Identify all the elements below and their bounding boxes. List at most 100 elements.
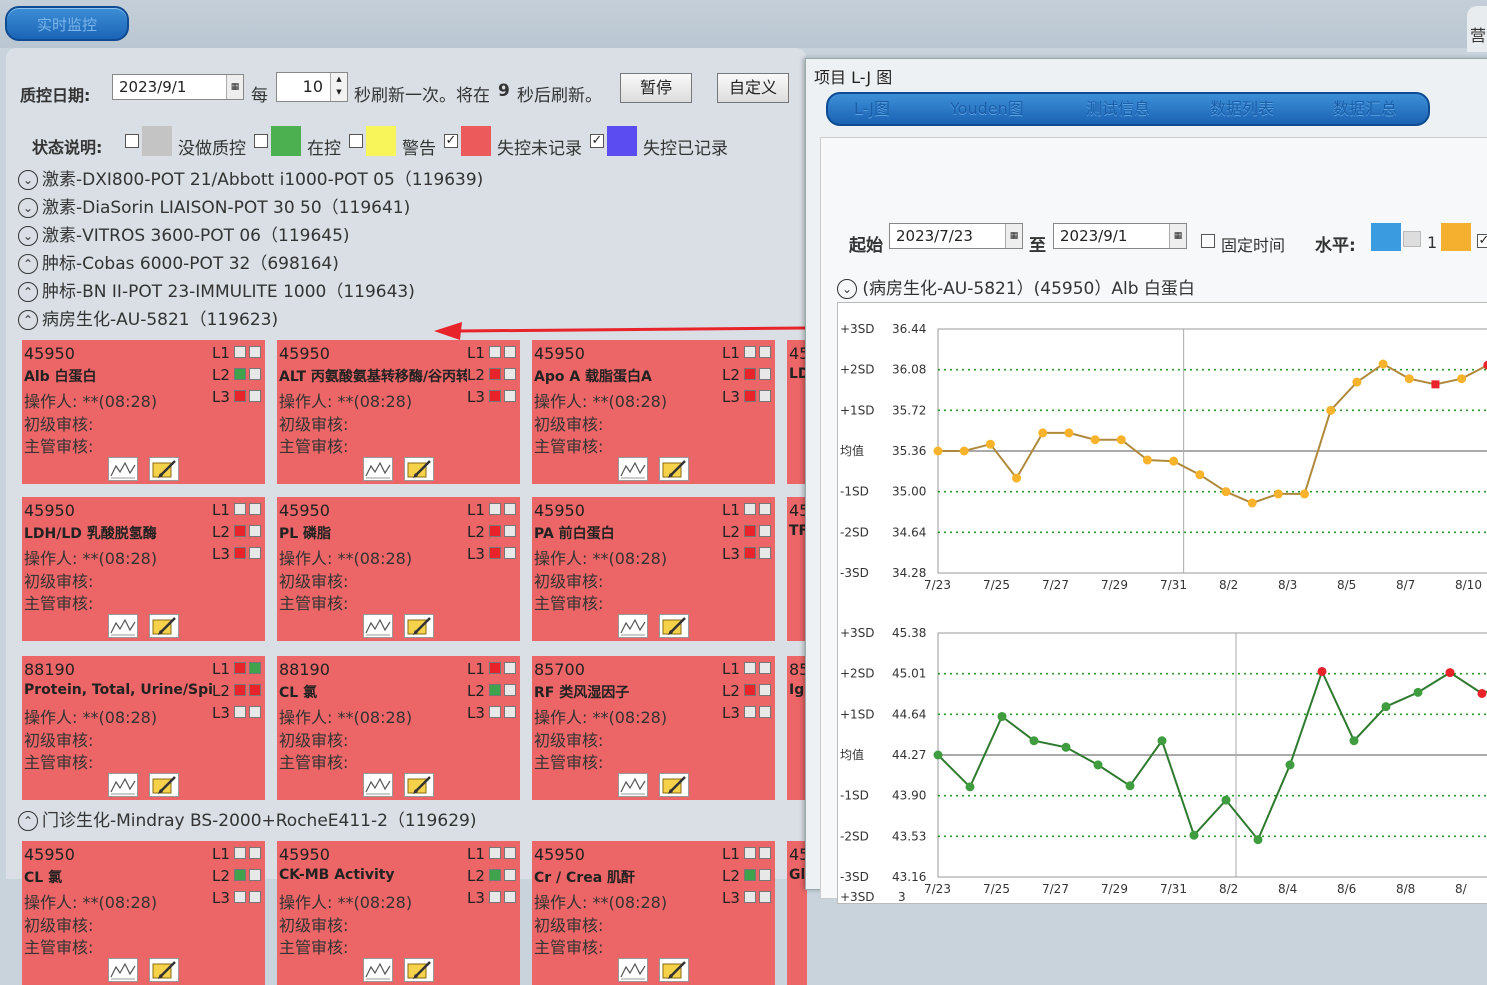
edit-record-icon[interactable]	[404, 614, 434, 638]
edit-record-icon[interactable]	[149, 614, 179, 638]
legend-checkbox[interactable]: ✓	[444, 134, 458, 148]
edit-record-icon[interactable]	[404, 773, 434, 797]
group-row[interactable]: ⌃ 肿标-Cobas 6000-POT 32（698164)	[18, 251, 339, 277]
legend-checkbox[interactable]	[125, 134, 139, 148]
qc-card[interactable]: 85700 RF 类风湿因子 操作人: **(08:28) 初级审核: 主管审核: L1 L…	[532, 656, 775, 800]
edit-record-icon[interactable]	[149, 773, 179, 797]
legend-checkbox[interactable]	[349, 134, 363, 148]
chevron-up-icon[interactable]: ⌃	[18, 254, 38, 274]
chevron-up-icon[interactable]: ⌃	[18, 310, 38, 330]
qc-card[interactable]: 45950 ALT 丙氨酸氨基转移酶/谷丙转 操作人: **(08:28) 初级审核:…	[277, 340, 520, 484]
tab-right-edge[interactable]: 营	[1467, 6, 1487, 52]
end-date-picker[interactable]: 2023/9/1 ▦	[1053, 223, 1187, 249]
qc-date-picker[interactable]: 2023/9/1 ▦	[112, 74, 244, 100]
card-item-name: ALT 丙氨酸氨基转移酶/谷丙转	[279, 369, 469, 385]
lj-chart-icon[interactable]	[108, 614, 138, 638]
stepper-down-icon[interactable]: ▼	[331, 86, 347, 99]
card-operator: 操作人: **(08:28)	[279, 549, 413, 568]
level-label: L3	[722, 388, 740, 406]
lj-chart-icon[interactable]	[108, 457, 138, 481]
lj-chart-icon[interactable]	[618, 457, 648, 481]
qc-card-partial[interactable]: 45 Gl	[787, 841, 807, 985]
chevron-up-icon[interactable]: ⌃	[18, 811, 38, 831]
edit-record-icon[interactable]	[659, 958, 689, 982]
calendar-icon[interactable]: ▦	[226, 75, 243, 99]
data-point	[1064, 428, 1074, 438]
qc-card[interactable]: 45950 LDH/LD 乳酸脱氢酶 操作人: **(08:28) 初级审核: 主管审核…	[22, 497, 265, 641]
pause-button[interactable]: 暂停	[620, 73, 692, 103]
qc-card-partial[interactable]: 45 LD	[787, 340, 807, 484]
lj-chart-icon[interactable]	[363, 457, 393, 481]
lj-chart-icon[interactable]	[618, 614, 648, 638]
start-date-picker[interactable]: 2023/7/23 ▦	[889, 223, 1023, 249]
card-level: L1	[467, 845, 519, 863]
legend-checkbox[interactable]: ✓	[590, 134, 604, 148]
group-row[interactable]: ⌃ 门诊生化-Mindray BS-2000+RocheE411-2（119629…	[18, 808, 476, 834]
edit-record-icon[interactable]	[149, 958, 179, 982]
tab-test-info[interactable]: 测试信息	[1086, 94, 1150, 124]
level-checkbox[interactable]: ✓	[1477, 234, 1487, 248]
card-review-2: 主管审核:	[534, 753, 604, 772]
lj-chart-icon[interactable]	[108, 773, 138, 797]
group-row[interactable]: ⌄ 激素-DiaSorin LIAISON-POT 30 50（119641)	[18, 195, 410, 221]
chevron-down-icon[interactable]: ⌄	[18, 198, 38, 218]
calendar-icon[interactable]: ▦	[1005, 224, 1022, 248]
card-level: L2	[212, 523, 264, 541]
qc-card[interactable]: 88190 CL 氯操作人: **(08:28) 初级审核: 主管审核: L1 L2 L3	[277, 656, 520, 800]
chevron-up-icon[interactable]: ⌃	[18, 282, 38, 302]
lj-chart-icon[interactable]	[363, 614, 393, 638]
x-tick-label: 7/31	[1160, 578, 1187, 592]
level-toggle[interactable]	[1403, 231, 1421, 247]
data-point	[1195, 470, 1205, 480]
qc-card[interactable]: 45950 CK-MB Activity 操作人: **(08:28) 初级审核: 主管…	[277, 841, 520, 985]
card-level: L2	[467, 682, 519, 700]
lj-chart-icon[interactable]	[618, 958, 648, 982]
lj-chart-icon[interactable]	[363, 958, 393, 982]
legend-text: 警告	[402, 139, 436, 159]
card-id: 45950	[279, 845, 330, 864]
y-tick-label: 36.08	[892, 363, 926, 377]
group-row[interactable]: ⌃ 病房生化-AU-5821（119623)	[18, 307, 278, 333]
level-status-box	[234, 525, 246, 537]
edit-record-icon[interactable]	[659, 457, 689, 481]
qc-card[interactable]: 45950 Alb 白蛋白 操作人: **(08:28) 初级审核: 主管审核: L1 L2…	[22, 340, 265, 484]
group-name: 肿标-BN II-POT 23-IMMULITE 1000（119643)	[42, 282, 415, 302]
chevron-down-icon[interactable]: ⌄	[18, 226, 38, 246]
tab-youden[interactable]: Youden图	[950, 94, 1024, 124]
tab-lj[interactable]: L-J图	[854, 94, 890, 124]
qc-card[interactable]: 88190 Protein, Total, Urine/Spin 操作人: **(0…	[22, 656, 265, 800]
edit-record-icon[interactable]	[149, 457, 179, 481]
qc-card[interactable]: 45950 CL 氯操作人: **(08:28) 初级审核: 主管审核: L1 L2 L3	[22, 841, 265, 985]
edit-record-icon[interactable]	[659, 773, 689, 797]
edit-record-icon[interactable]	[659, 614, 689, 638]
stepper-up-icon[interactable]: ▲	[331, 73, 347, 86]
qc-card[interactable]: 45950 Apo A 载脂蛋白A 操作人: **(08:28) 初级审核: 主管审核:…	[532, 340, 775, 484]
tab-realtime-monitor[interactable]: 实时监控	[5, 6, 129, 41]
group-row[interactable]: ⌃ 肿标-BN II-POT 23-IMMULITE 1000（119643)	[18, 279, 415, 305]
qc-card-partial[interactable]: 45 TF	[787, 497, 807, 641]
qc-card[interactable]: 45950 Cr / Crea 肌酐 操作人: **(08:28) 初级审核: 主管审核…	[532, 841, 775, 985]
custom-button[interactable]: 自定义	[717, 73, 789, 103]
calendar-icon[interactable]: ▦	[1169, 224, 1186, 248]
qc-card[interactable]: 45950 PL 磷脂 操作人: **(08:28) 初级审核: 主管审核: L1 L2 L3	[277, 497, 520, 641]
edit-record-icon[interactable]	[404, 457, 434, 481]
lj-chart-icon[interactable]	[108, 958, 138, 982]
tab-data-list[interactable]: 数据列表	[1210, 94, 1274, 124]
level-status-box	[759, 662, 771, 674]
level-label: L1	[467, 845, 485, 863]
qc-card[interactable]: 45950 PA 前白蛋白 操作人: **(08:28) 初级审核: 主管审核: L1 L2…	[532, 497, 775, 641]
legend-checkbox[interactable]	[254, 134, 268, 148]
group-row[interactable]: ⌄ 激素-DXI800-POT 21/Abbott i1000-POT 05（11…	[18, 167, 483, 193]
fixed-time-checkbox[interactable]	[1201, 234, 1215, 248]
chevron-down-icon[interactable]: ⌄	[18, 170, 38, 190]
group-row[interactable]: ⌄ 激素-VITROS 3600-POT 06（119645)	[18, 223, 350, 249]
interval-stepper[interactable]: 10 ▲ ▼	[276, 72, 348, 102]
lj-chart-icon[interactable]	[363, 773, 393, 797]
lj-chart-icon[interactable]	[618, 773, 648, 797]
chevron-down-icon[interactable]: ⌄	[837, 279, 857, 299]
tab-data-summary[interactable]: 数据汇总	[1333, 94, 1397, 124]
edit-record-icon[interactable]	[404, 958, 434, 982]
qc-card-partial[interactable]: 85 Ig	[787, 656, 807, 800]
level-color-blue[interactable]	[1371, 223, 1401, 251]
level-color-orange[interactable]	[1441, 223, 1471, 251]
